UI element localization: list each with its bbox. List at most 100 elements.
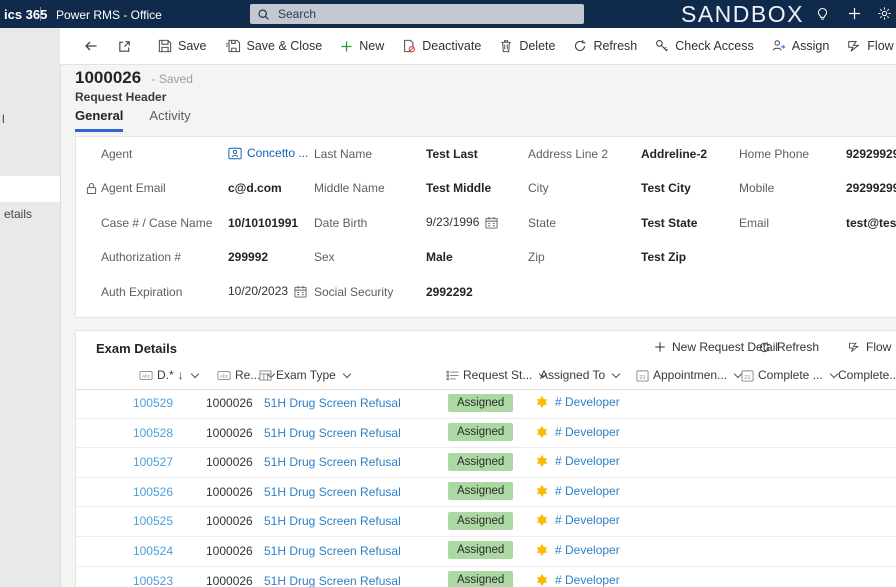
refresh-icon	[575, 40, 586, 52]
row-exam-type-link[interactable]: 51H Drug Screen Refusal	[264, 514, 401, 528]
global-search-box[interactable]	[250, 4, 584, 24]
column-header-complete-2[interactable]: Complete...	[838, 368, 896, 382]
email-value: test@test.	[846, 216, 896, 230]
back-button[interactable]	[74, 32, 108, 60]
row-exam-type-link[interactable]: 51H Drug Screen Refusal	[264, 544, 401, 558]
row-exam-type-link[interactable]: 51H Drug Screen Refusal	[264, 455, 401, 469]
table-row[interactable]: 100525 1000026 51H Drug Screen Refusal A…	[76, 507, 896, 537]
table-row[interactable]: 100524 1000026 51H Drug Screen Refusal A…	[76, 537, 896, 567]
save-button[interactable]: Save	[149, 32, 216, 60]
check-access-key-icon	[656, 40, 669, 52]
save-and-close-button[interactable]: Save & Close	[216, 32, 332, 60]
calendar-icon[interactable]	[485, 216, 498, 229]
city-label: City	[528, 181, 549, 195]
column-header-request-status[interactable]: Request St...	[446, 368, 548, 382]
column-header-detail[interactable]: Abc D.* ↓	[139, 368, 199, 382]
row-request-value: 1000026	[206, 455, 253, 470]
row-detail-id-link[interactable]: 100527	[116, 455, 173, 469]
lock-icon	[86, 182, 97, 195]
sex-value: Male	[426, 250, 453, 264]
row-detail-id-link[interactable]: 100526	[116, 485, 173, 499]
app-window: ics 365 Power RMS - Office SANDBOX	[0, 0, 896, 587]
table-row[interactable]: 100526 1000026 51H Drug Screen Refusal A…	[76, 478, 896, 508]
left-navigation-sidebar: l etails	[0, 28, 61, 587]
row-detail-id-link[interactable]: 100528	[116, 426, 173, 440]
column-header-exam-type[interactable]: Exam Type	[259, 368, 352, 382]
row-assigned-to[interactable]: # Developer	[535, 454, 620, 468]
row-detail-id-link[interactable]: 100523	[116, 574, 173, 587]
table-row[interactable]: 100529 1000026 51H Drug Screen Refusal A…	[76, 389, 896, 419]
delete-button[interactable]: Delete	[490, 32, 564, 60]
row-assigned-to[interactable]: # Developer	[535, 543, 620, 557]
add-icon[interactable]	[847, 6, 863, 22]
row-detail-id-link[interactable]: 100524	[116, 544, 173, 558]
environment-badge: SANDBOX	[681, 1, 804, 27]
column-header-appointment[interactable]: 21 Appointmen...	[636, 368, 743, 382]
row-exam-type-link[interactable]: 51H Drug Screen Refusal	[264, 574, 401, 587]
sidebar-item-details[interactable]: etails	[4, 207, 32, 221]
delete-trash-icon	[501, 40, 512, 53]
column-header-assigned-to[interactable]: Assigned To	[540, 368, 621, 382]
general-form-section: Agent Concetto ... Agent Email c@d.com C…	[75, 136, 896, 318]
row-status-badge: Assigned	[448, 482, 514, 501]
calendar-icon[interactable]	[294, 285, 307, 298]
table-row[interactable]: 100523 1000026 51H Drug Screen Refusal A…	[76, 567, 896, 587]
flow-button[interactable]: Flow	[838, 32, 896, 60]
check-access-button[interactable]: Check Access	[646, 32, 763, 60]
subgrid-refresh-button[interactable]: Refresh	[758, 340, 819, 354]
save-icon	[158, 39, 172, 53]
home-phone-value: 92929929	[846, 147, 896, 161]
address-line-2-value: Addreline-2	[641, 147, 708, 161]
contact-card-icon	[228, 147, 242, 159]
area-title[interactable]: Power RMS - Office	[56, 8, 162, 22]
topbar-divider	[40, 7, 41, 21]
row-status-badge: Assigned	[448, 452, 514, 471]
table-row[interactable]: 100527 1000026 51H Drug Screen Refusal A…	[76, 448, 896, 478]
tab-general[interactable]: General	[75, 108, 124, 132]
record-save-status: - Saved	[151, 72, 193, 86]
row-exam-type-link[interactable]: 51H Drug Screen Refusal	[264, 485, 401, 499]
popout-form-button[interactable]	[108, 32, 141, 60]
row-exam-type-link[interactable]: 51H Drug Screen Refusal	[264, 426, 401, 440]
row-exam-type-link[interactable]: 51H Drug Screen Refusal	[264, 396, 401, 410]
row-assigned-to[interactable]: # Developer	[535, 573, 620, 587]
row-assigned-to[interactable]: # Developer	[535, 395, 620, 409]
chevron-down-icon	[190, 369, 199, 379]
agent-lookup-link[interactable]: Concetto ...	[228, 146, 308, 160]
case-value: 10/10101991	[228, 216, 299, 230]
sidebar-item-truncated[interactable]: l	[2, 112, 5, 126]
subgrid-flow-button[interactable]: Flow	[848, 340, 896, 354]
address-line-2-label: Address Line 2	[528, 147, 609, 161]
city-value: Test City	[641, 181, 691, 195]
auth-expiration-label: Auth Expiration	[101, 285, 183, 299]
new-button[interactable]: New	[331, 32, 393, 60]
row-assigned-to[interactable]: # Developer	[535, 513, 620, 527]
tab-activity[interactable]: Activity	[149, 108, 190, 132]
row-assigned-to[interactable]: # Developer	[535, 425, 620, 439]
assigned-star-icon	[536, 395, 548, 409]
row-status-badge: Assigned	[448, 511, 514, 530]
assign-button[interactable]: Assign	[763, 32, 839, 60]
row-detail-id-link[interactable]: 100525	[116, 514, 173, 528]
settings-gear-icon[interactable]	[877, 6, 893, 22]
sidebar-item-selected[interactable]	[0, 176, 60, 202]
authorization-label: Authorization #	[101, 250, 182, 264]
assigned-star-icon	[536, 484, 548, 497]
row-assigned-to[interactable]: # Developer	[535, 484, 620, 498]
record-entity-name: Request Header	[75, 90, 167, 104]
row-status-badge: Assigned	[448, 571, 514, 587]
lightbulb-icon[interactable]	[815, 6, 831, 22]
search-input[interactable]	[276, 6, 577, 22]
record-header: 1000026 - Saved	[75, 68, 193, 88]
last-name-label: Last Name	[314, 147, 373, 161]
refresh-button[interactable]: Refresh	[564, 32, 646, 60]
sort-descending-indicator: ↓	[177, 368, 184, 382]
column-header-complete-date[interactable]: 21 Complete ...	[741, 368, 838, 382]
deactivate-button[interactable]: Deactivate	[393, 32, 490, 60]
authorization-value: 299992	[228, 250, 269, 264]
subgrid-header-row: Abc D.* ↓ Abc Re... Exam Type Request St…	[76, 364, 896, 390]
row-detail-id-link[interactable]: 100529	[116, 396, 173, 410]
table-row[interactable]: 100528 1000026 51H Drug Screen Refusal A…	[76, 419, 896, 449]
chevron-down-icon	[611, 369, 621, 379]
new-plus-icon	[341, 40, 352, 52]
